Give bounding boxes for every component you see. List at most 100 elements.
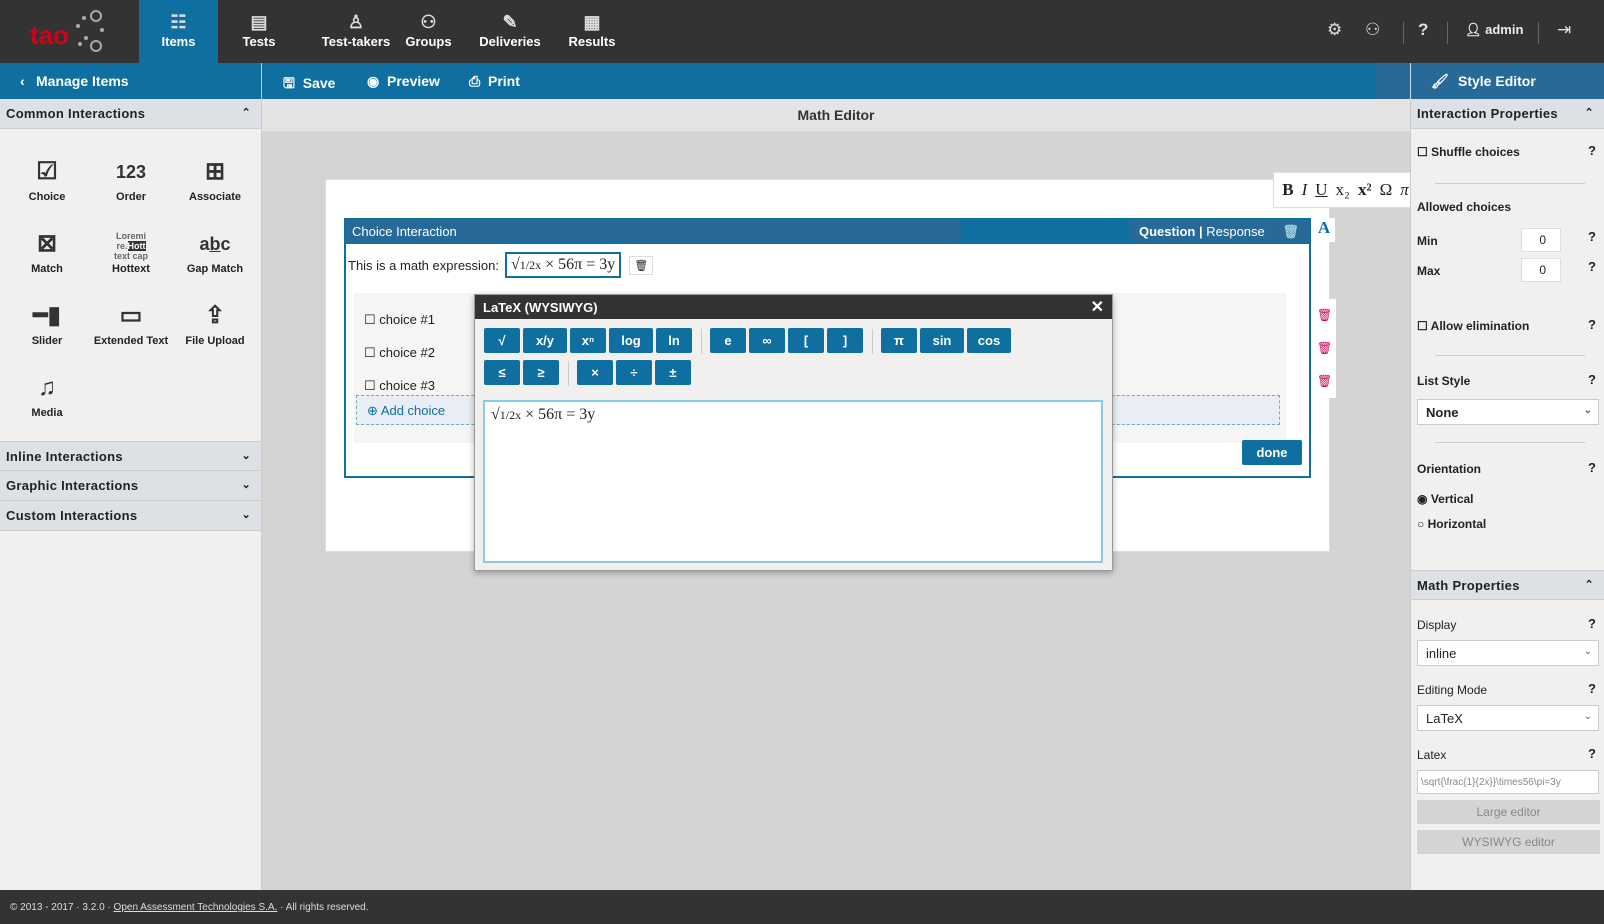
tao-logo[interactable]: tao: [30, 10, 110, 54]
symbol-button[interactable]: x/y: [523, 328, 567, 353]
shuffle-checkbox[interactable]: ☐ Shuffle choices: [1417, 145, 1520, 159]
tool-file-upload[interactable]: ⇪ File Upload: [173, 297, 257, 347]
large-editor-button[interactable]: Large editor: [1417, 800, 1600, 824]
symbol-button[interactable]: ≤: [484, 360, 520, 386]
symbol-button[interactable]: ln: [656, 328, 692, 353]
trash-icon[interactable]: 🗑︎: [1317, 299, 1332, 332]
symbol-button[interactable]: e: [710, 328, 746, 353]
choice-item[interactable]: ☐ choice #1: [364, 303, 435, 336]
user-menu[interactable]: 👤︎ admin: [1465, 22, 1523, 38]
math-expression[interactable]: √1/2x × 56π = 3y: [505, 252, 622, 278]
done-button[interactable]: done: [1242, 440, 1302, 465]
tool-slider[interactable]: ━▮ Slider: [5, 297, 89, 347]
vertical-radio[interactable]: ◉ Vertical: [1417, 492, 1474, 506]
help-icon[interactable]: ?: [1588, 229, 1596, 244]
underline-icon[interactable]: U: [1315, 180, 1327, 200]
display-select[interactable]: inline ⌄: [1417, 640, 1599, 666]
chevron-down-icon: ⌄: [241, 450, 251, 462]
trash-icon[interactable]: 🗑︎: [1282, 224, 1299, 239]
symbol-button[interactable]: π: [881, 328, 917, 353]
symbol-button[interactable]: ÷: [616, 360, 652, 386]
tool-choice[interactable]: ☑ Choice: [5, 153, 89, 203]
tab-question[interactable]: Question: [1139, 224, 1195, 239]
tool-order[interactable]: 123 Order: [89, 153, 173, 203]
symbol-button[interactable]: xⁿ: [570, 328, 606, 353]
horizontal-radio[interactable]: ○ Horizontal: [1417, 517, 1486, 531]
dialog-header: LaTeX (WYSIWYG) ✕: [475, 295, 1112, 319]
hottext-icon: Loremi re.Hott text cap: [113, 231, 148, 261]
omega-icon[interactable]: Ω: [1380, 180, 1393, 200]
print-button[interactable]: ⎙ Print: [469, 73, 520, 90]
save-button[interactable]: 🖫︎ Save: [283, 73, 335, 97]
help-icon[interactable]: ?: [1588, 317, 1596, 332]
prompt[interactable]: This is a math expression: √1/2x × 56π =…: [348, 252, 654, 278]
chevron-down-icon: ⌄: [1583, 646, 1592, 657]
font-style-icon[interactable]: A: [1313, 218, 1335, 242]
max-stepper[interactable]: 0: [1521, 258, 1561, 282]
manage-items-link[interactable]: ‹ Manage Items: [0, 63, 262, 99]
tool-gap-match[interactable]: abc Gap Match: [173, 225, 257, 275]
math-properties-header[interactable]: Math Properties ⌃: [1411, 570, 1604, 600]
tool-match[interactable]: ⊠ Match: [5, 225, 89, 275]
logout-icon[interactable]: ⇥: [1557, 20, 1571, 40]
tool-extended-text[interactable]: ▭ Extended Text: [89, 297, 173, 347]
tab-response[interactable]: Response: [1206, 224, 1265, 239]
symbol-button[interactable]: ×: [577, 360, 613, 386]
style-editor-button[interactable]: 🖌︎ Style Editor: [1410, 63, 1604, 99]
trash-icon[interactable]: 🗑︎: [629, 255, 654, 275]
min-stepper[interactable]: 0: [1521, 228, 1561, 252]
italic-icon[interactable]: I: [1302, 180, 1308, 200]
subscript-icon[interactable]: x₂: [1336, 180, 1350, 200]
interaction-properties-header[interactable]: Interaction Properties ⌃: [1411, 99, 1604, 129]
tool-hottext[interactable]: Loremi re.Hott text cap Hottext: [89, 225, 173, 275]
pi-icon[interactable]: π: [1400, 180, 1409, 200]
settings-icon[interactable]: ⚙: [1327, 20, 1342, 40]
nav-results[interactable]: ▦ Results: [565, 0, 619, 63]
help-icon[interactable]: ?: [1588, 746, 1596, 761]
editing-mode-select[interactable]: LaTeX ⌄: [1417, 705, 1599, 731]
help-icon[interactable]: ?: [1588, 372, 1596, 387]
trash-icon[interactable]: 🗑︎: [1317, 365, 1332, 398]
graphic-interactions-header[interactable]: Graphic Interactions ⌄: [0, 471, 261, 501]
symbol-button[interactable]: √: [484, 328, 520, 353]
common-interactions-header[interactable]: Common Interactions ⌃: [0, 99, 261, 129]
choice-item[interactable]: ☐ choice #2: [364, 336, 435, 369]
help-icon[interactable]: ?: [1588, 681, 1596, 696]
nav-test-takers[interactable]: ♙ Test-takers: [306, 0, 406, 63]
symbol-button[interactable]: cos: [967, 328, 1011, 353]
list-style-select[interactable]: None ⌄: [1417, 399, 1599, 425]
users-icon[interactable]: ⚇: [1365, 20, 1380, 40]
nav-deliveries[interactable]: ✎ Deliveries: [478, 0, 542, 63]
symbol-button[interactable]: [: [788, 328, 824, 353]
wysiwyg-math-input[interactable]: √1/2x × 56π = 3y: [483, 400, 1103, 563]
preview-button[interactable]: ◉ Preview: [367, 73, 440, 90]
custom-interactions-header[interactable]: Custom Interactions ⌄: [0, 501, 261, 531]
chevron-up-icon: ⌃: [1584, 579, 1594, 591]
symbol-button[interactable]: ]: [827, 328, 863, 353]
wysiwyg-editor-button[interactable]: WYSIWYG editor: [1417, 830, 1600, 854]
symbol-button[interactable]: ±: [655, 360, 691, 386]
action-bar: ‹ Manage Items 🖫︎ Save ◉ Preview ⎙ Print …: [0, 63, 1604, 99]
oat-link[interactable]: Open Assessment Technologies S.A.: [114, 902, 278, 913]
symbol-button[interactable]: sin: [920, 328, 964, 353]
trash-icon[interactable]: 🗑︎: [1317, 332, 1332, 365]
latex-input[interactable]: \sqrt{\frac{1}{2x}}\times56\pi=3y: [1417, 770, 1599, 794]
superscript-icon[interactable]: x²: [1358, 180, 1372, 200]
tool-media[interactable]: ♫ Media: [5, 369, 89, 419]
help-icon[interactable]: ?: [1588, 460, 1596, 475]
tool-associate[interactable]: ⊞ Associate: [173, 153, 257, 203]
close-icon[interactable]: ✕: [1091, 297, 1104, 317]
nav-tests[interactable]: ▤ Tests: [222, 0, 296, 63]
symbol-button[interactable]: log: [609, 328, 653, 353]
bold-icon[interactable]: B: [1278, 180, 1293, 200]
nav-groups[interactable]: ⚇ Groups: [400, 0, 457, 63]
help-icon[interactable]: ?: [1418, 20, 1428, 40]
allow-elimination-checkbox[interactable]: ☐ Allow elimination: [1417, 319, 1529, 333]
inline-interactions-header[interactable]: Inline Interactions ⌄: [0, 441, 261, 471]
help-icon[interactable]: ?: [1588, 259, 1596, 274]
nav-items[interactable]: ☷ Items: [139, 0, 218, 63]
symbol-button[interactable]: ∞: [749, 328, 785, 353]
help-icon[interactable]: ?: [1588, 616, 1596, 631]
symbol-button[interactable]: ≥: [523, 360, 559, 386]
help-icon[interactable]: ?: [1588, 143, 1596, 158]
